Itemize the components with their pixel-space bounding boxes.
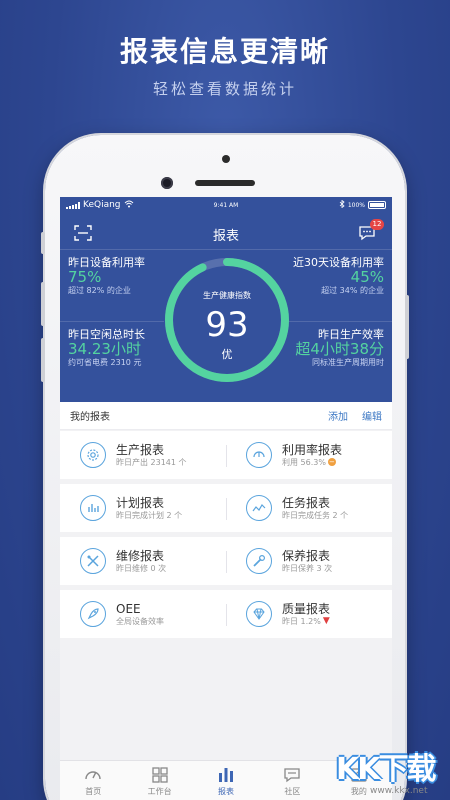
edit-reports-button[interactable]: 编辑 <box>362 408 382 423</box>
dashboard-header: KeQiang 9:41 AM 100% 报表 12 昨日设备利用率 75% 超… <box>60 197 392 402</box>
report-card-oee[interactable]: OEE 全局设备效率 <box>60 590 226 638</box>
gauge-icon <box>246 442 272 468</box>
tab-label: 工作台 <box>147 787 172 796</box>
arrow-down-icon: ▼ <box>322 615 330 626</box>
report-sub: 全局设备效率 <box>116 616 164 626</box>
battery-icon <box>368 201 386 209</box>
report-card-repair[interactable]: 维修报表 昨日维修 0 次 <box>60 537 226 585</box>
trend-icon <box>246 495 272 521</box>
reports-section-header: 我的报表 添加 编辑 <box>60 402 392 430</box>
stat-production-efficiency: 昨日生产效率 超4小时38分 同标准生产周期用时 <box>284 329 384 368</box>
watermark-text: KK下载 <box>336 752 436 787</box>
report-title: 保养报表 <box>282 548 331 563</box>
phone-earpiece <box>195 180 255 186</box>
report-card-quality[interactable]: 质量报表 昨日 1.2% ▼ <box>226 590 392 638</box>
stat-idle-time: 昨日空闲总时长 34.23小时 约可省电费 2310 元 <box>68 329 168 368</box>
tab-community[interactable]: 社区 <box>259 761 325 800</box>
message-badge: 12 <box>370 219 384 230</box>
report-title: 任务报表 <box>282 495 331 510</box>
phone-camera <box>161 177 173 189</box>
chat-icon <box>284 768 301 783</box>
report-row: 计划报表 昨日完成计划 2 个 任务报表 昨日完成任务 2 个 <box>60 484 392 532</box>
nav-bar: 报表 12 <box>60 217 392 249</box>
phone-speaker <box>222 155 230 163</box>
report-title: OEE <box>116 601 141 616</box>
tab-home[interactable]: 首页 <box>60 761 126 800</box>
bluetooth-icon <box>339 199 345 210</box>
report-title: 生产报表 <box>116 442 165 457</box>
bar-chart-icon <box>219 768 234 782</box>
phone-mute-switch <box>41 232 45 254</box>
phone-volume-down <box>41 338 45 382</box>
report-title: 利用率报表 <box>282 442 343 457</box>
report-card-plan[interactable]: 计划报表 昨日完成计划 2 个 <box>60 484 226 532</box>
watermark-url: www.kkx.net <box>370 786 428 796</box>
report-title: 维修报表 <box>116 548 165 563</box>
report-sub: 昨日 1.2% <box>282 616 321 626</box>
report-card-production[interactable]: 生产报表 昨日产出 23141 个 <box>60 431 226 479</box>
watermark-logo: KK下载 www.kkx.net <box>330 740 450 800</box>
grid-icon <box>151 767 168 783</box>
gauge-label: 生产健康指数 <box>203 291 251 300</box>
wrench-icon <box>246 548 272 574</box>
tab-label: 社区 <box>284 787 301 796</box>
report-row: 维修报表 昨日维修 0 次 保养报表 昨日保养 3 次 <box>60 537 392 585</box>
stat-sub: 超过 82% 的企业 <box>68 286 131 295</box>
stat-month-utilization: 近30天设备利用率 45% 超过 34% 的企业 <box>284 257 384 296</box>
stat-value: 超4小时38分 <box>295 340 384 358</box>
header-divider <box>60 249 392 250</box>
tab-workbench[interactable]: 工作台 <box>126 761 192 800</box>
tab-label: 报表 <box>218 787 235 796</box>
stat-sub: 超过 34% 的企业 <box>321 286 384 295</box>
tab-label: 首页 <box>85 787 102 796</box>
page-title: 报表 <box>212 229 239 244</box>
speedometer-icon <box>85 771 101 780</box>
stat-value: 75% <box>68 268 102 286</box>
health-gauge[interactable]: 生产健康指数 93 优 <box>160 253 294 387</box>
report-sub: 昨日保养 3 次 <box>282 563 333 573</box>
status-bar: KeQiang 9:41 AM 100% <box>60 197 392 213</box>
stat-yesterday-utilization: 昨日设备利用率 75% 超过 82% 的企业 <box>68 257 168 296</box>
report-sub: 昨日完成计划 2 个 <box>116 510 183 520</box>
reports-section-title: 我的报表 <box>70 412 110 423</box>
report-card-task[interactable]: 任务报表 昨日完成任务 2 个 <box>226 484 392 532</box>
stats-divider-right <box>288 321 392 322</box>
report-card-utilization[interactable]: 利用率报表 利用 56.3% − <box>226 431 392 479</box>
tab-reports[interactable]: 报表 <box>193 761 259 800</box>
report-card-maintenance[interactable]: 保养报表 昨日保养 3 次 <box>226 537 392 585</box>
add-report-button[interactable]: 添加 <box>328 408 348 423</box>
report-sub: 昨日完成任务 2 个 <box>282 510 349 520</box>
bar-chart-icon <box>80 495 106 521</box>
report-sub: 昨日产出 23141 个 <box>116 457 187 467</box>
report-title: 质量报表 <box>282 601 331 616</box>
app-screen: KeQiang 9:41 AM 100% 报表 12 昨日设备利用率 75% 超… <box>60 197 392 800</box>
report-sub: 昨日维修 0 次 <box>116 563 167 573</box>
stats-divider-left <box>60 321 164 322</box>
report-row: OEE 全局设备效率 质量报表 昨日 1.2% ▼ <box>60 590 392 638</box>
rocket-icon <box>80 601 106 627</box>
promo-subtitle: 轻松查看数据统计 <box>152 80 297 98</box>
gear-icon <box>80 442 106 468</box>
tools-icon <box>80 548 106 574</box>
gauge-grade: 优 <box>221 348 233 361</box>
battery-percent: 100% <box>347 201 365 209</box>
stat-value: 34.23小时 <box>68 340 141 358</box>
diamond-icon <box>246 601 272 627</box>
stat-sub: 约可省电费 2310 元 <box>68 358 142 367</box>
minus-icon: − <box>327 458 336 466</box>
report-sub: 利用 56.3% <box>282 457 326 467</box>
stat-sub: 同标准生产周期用时 <box>312 358 384 367</box>
report-row: 生产报表 昨日产出 23141 个 利用率报表 利用 56.3% − <box>60 431 392 479</box>
stat-value: 45% <box>350 268 384 286</box>
phone-volume-up <box>41 282 45 326</box>
report-grid: 生产报表 昨日产出 23141 个 利用率报表 利用 56.3% − 计划报表 … <box>60 431 392 643</box>
phone-power-button <box>405 295 409 359</box>
promo-title: 报表信息更清晰 <box>119 35 330 68</box>
gauge-value: 93 <box>205 305 249 345</box>
report-title: 计划报表 <box>116 495 165 510</box>
